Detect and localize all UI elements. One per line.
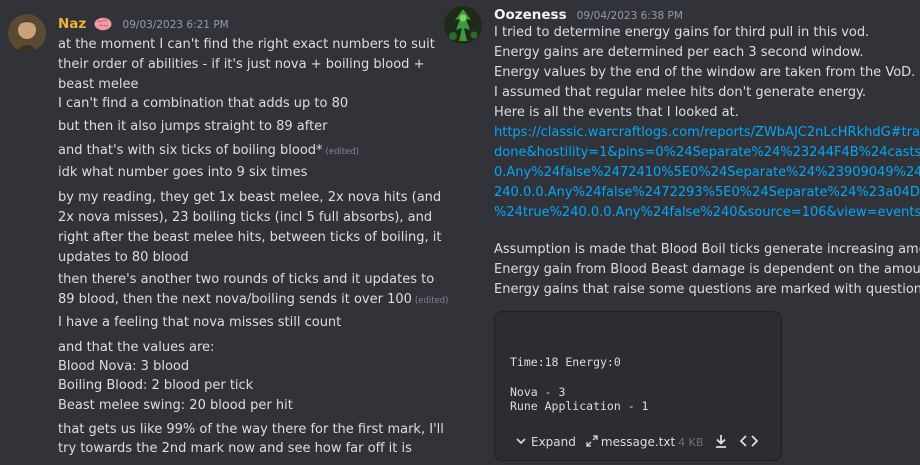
file-size: 4 KB <box>678 435 704 449</box>
message-line: Energy gains are determined per each 3 s… <box>494 45 864 60</box>
message-line: 2x nova misses), 23 boiling ticks (incl … <box>58 210 433 225</box>
file-name: message.txt <box>600 435 676 449</box>
message-line: then there's another two rounds of ticks… <box>58 272 435 287</box>
message-line: Energy values by the end of the window a… <box>494 65 916 80</box>
open-file-button[interactable]: message.txt 4 KB <box>586 434 704 450</box>
report-link[interactable]: done&hostility=1&pins=0%24Separate%24%23… <box>494 143 920 163</box>
message-line: Here is all the events that I looked at. <box>494 105 739 120</box>
message-line: Beast melee swing: 20 blood per hit <box>58 398 293 413</box>
message-line: by my reading, they get 1x beast melee, … <box>58 190 442 205</box>
report-link[interactable]: %24true%240.0.0.Any%24false%240&source=1… <box>494 203 920 223</box>
message-line: I have a feeling that nova misses still … <box>58 315 342 330</box>
download-icon[interactable] <box>713 433 729 452</box>
message-line: try towards the 2nd mark now and see how… <box>58 441 412 456</box>
message-line: Boiling Blood: 2 blood per tick <box>58 378 254 393</box>
message-line: Blood Nova: 3 blood <box>58 359 190 374</box>
edited-label: (edited) <box>414 296 449 306</box>
message-line: I tried to determine energy gains for th… <box>494 25 870 40</box>
message-line: right after the beast melee hits, betwee… <box>58 230 442 245</box>
message-line: I assumed that regular melee hits don't … <box>494 85 867 100</box>
chevron-down-icon <box>515 435 527 450</box>
code-line: Nova - 3 <box>510 385 566 399</box>
message-line: their order of abilities - if it's just … <box>58 57 425 72</box>
message-text: 89 blood, then the next nova/boiling sen… <box>58 292 412 307</box>
author-name[interactable]: Naz <box>58 16 86 32</box>
report-link[interactable]: 240.0.0.Any%24false%2472293%5E0%24Separa… <box>494 183 920 203</box>
brain-icon <box>94 17 112 35</box>
edited-label: (edited) <box>325 147 360 157</box>
avatar[interactable] <box>8 14 46 52</box>
report-link[interactable]: 0.Any%24false%2472410%5E0%24Separate%24%… <box>494 163 920 183</box>
message-line: and that the values are: <box>58 340 215 355</box>
code-line: Rune Application - 1 <box>510 399 649 413</box>
message-line: idk what number goes into 9 six times <box>58 165 308 180</box>
attachment-footer: Expand message.txt 4 KB <box>495 424 781 460</box>
message-line: that gets us like 99% of the way there f… <box>58 422 444 437</box>
message-line-edited: and that's with six ticks of boiling blo… <box>58 141 359 162</box>
message-line: Energy gain from Blood Beast damage is d… <box>494 262 920 277</box>
expand-button[interactable]: Expand <box>515 435 576 450</box>
file-attachment: Time:18 Energy:0 Nova - 3 Rune Applicati… <box>494 311 782 461</box>
message-line: but then it also jumps straight to 89 af… <box>58 119 328 134</box>
message-line: I can't find a combination that adds up … <box>58 96 349 111</box>
message-line: beast melee <box>58 77 139 92</box>
message-line: updates to 80 blood <box>58 250 189 265</box>
message-naz: Naz 09/03/2023 6:21 PM at the moment I c… <box>0 0 452 465</box>
message-line-edited: 89 blood, then the next nova/boiling sen… <box>58 290 449 311</box>
report-link[interactable]: https://classic.warcraftlogs.com/reports… <box>494 123 920 143</box>
timestamp: 09/03/2023 6:21 PM <box>122 19 229 31</box>
message-header: Naz 09/03/2023 6:21 PM <box>58 16 229 35</box>
message-line: Energy gains that raise some questions a… <box>494 282 920 297</box>
code-view-icon[interactable] <box>739 433 759 452</box>
message-line: Assumption is made that Blood Boil ticks… <box>494 242 920 257</box>
expand-arrows-icon <box>586 434 598 450</box>
message-text: and that's with six ticks of boiling blo… <box>58 143 323 158</box>
code-line: Time:18 Energy:0 <box>510 355 621 369</box>
message-line: at the moment I can't find the right exa… <box>58 37 435 52</box>
expand-label: Expand <box>531 435 576 449</box>
